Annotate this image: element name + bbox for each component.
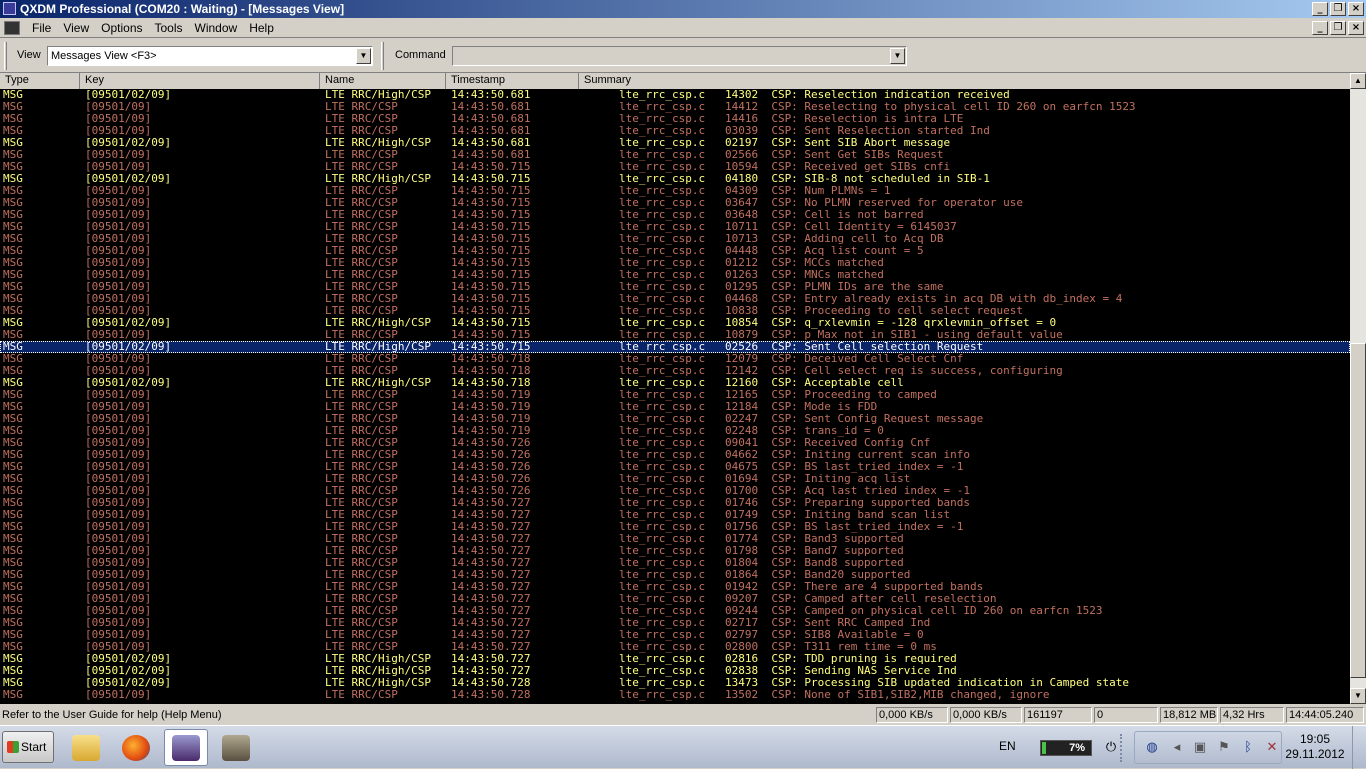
command-label: Command — [395, 49, 446, 61]
log-duration: 4,32 Hrs — [1220, 707, 1284, 723]
child-close-button[interactable]: × — [1348, 21, 1364, 35]
language-indicator[interactable]: EN — [999, 739, 1016, 753]
scroll-up-arrow-icon[interactable]: ▲ — [1350, 73, 1366, 89]
menu-window[interactable]: Window — [189, 21, 244, 35]
cell-summary: lte_rrc_csp.c 13502 CSP: None of SIB1,SI… — [619, 688, 1050, 701]
status-bar: Refer to the User Guide for help (Help M… — [0, 706, 1366, 724]
messages-list[interactable]: MSG [09501/02/09] LTE RRC/High/CSP 14:43:50… — [0, 89, 1350, 704]
menu-bar: File View Options Tools Window Help _ ❐ … — [0, 18, 1366, 38]
network-status-icon[interactable]: ✕ — [1264, 740, 1280, 756]
file-explorer-icon — [72, 734, 100, 761]
view-select[interactable]: Messages View <F3> ▼ — [47, 46, 373, 66]
qxdm-icon — [172, 734, 200, 761]
menu-tools[interactable]: Tools — [149, 21, 189, 35]
column-timestamp[interactable]: Timestamp — [446, 73, 579, 89]
start-button[interactable]: Start — [2, 731, 54, 763]
command-select[interactable]: ▼ — [452, 46, 907, 66]
show-desktop-button[interactable] — [1352, 726, 1366, 769]
view-dropdown-arrow-icon[interactable]: ▼ — [356, 48, 371, 64]
firefox-icon — [122, 734, 150, 761]
battery-percent: 7% — [1069, 742, 1085, 754]
command-dropdown-arrow-icon[interactable]: ▼ — [890, 48, 905, 64]
action-center-flag-icon[interactable]: ⚑ — [1216, 740, 1232, 756]
volume-icon[interactable]: ◂ — [1169, 740, 1185, 756]
network-globe-icon[interactable]: ◍ — [1144, 740, 1160, 756]
help-hint: Refer to the User Guide for help (Help M… — [2, 709, 222, 721]
system-clock[interactable]: 19:05 29.11.2012 — [1284, 732, 1346, 762]
window-title: QXDM Professional (COM20 : Waiting) - [M… — [20, 2, 345, 16]
taskbar-app-qxdm[interactable] — [164, 729, 208, 766]
menu-view[interactable]: View — [57, 21, 95, 35]
toolbar: View Messages View <F3> ▼ Command ▼ — [0, 39, 1366, 73]
gimp-icon — [222, 734, 250, 761]
power-plug-icon[interactable]: ⏻ — [1103, 740, 1119, 756]
taskbar-app-explorer[interactable] — [64, 729, 108, 766]
taskbar: Start EN 7% ⏻ ◍ ◂ ▣ ⚑ ᛒ ✕ 19:05 29.11.20… — [0, 725, 1366, 769]
taskbar-app-firefox[interactable] — [114, 729, 158, 766]
qxdm-app-icon — [3, 2, 16, 15]
child-minimize-button[interactable]: _ — [1312, 21, 1328, 35]
battery-fill — [1042, 742, 1046, 754]
tx-rate: 0,000 KB/s — [950, 707, 1022, 723]
tray-divider — [1120, 734, 1128, 762]
minimize-button[interactable]: _ — [1312, 2, 1328, 16]
device-icon[interactable]: ▣ — [1192, 740, 1208, 756]
windows-flag-icon — [7, 741, 19, 753]
item-count: 161197 — [1024, 707, 1092, 723]
column-header: Type Key Name Timestamp Summary — [0, 73, 1350, 89]
child-window-icon[interactable] — [4, 20, 20, 35]
scroll-thumb[interactable] — [1350, 343, 1366, 678]
column-type[interactable]: Type — [0, 73, 80, 89]
cell-timestamp: 14:43:50.728 — [451, 688, 531, 701]
window-title-bar[interactable]: QXDM Professional (COM20 : Waiting) - [M… — [0, 0, 1366, 18]
toolbar-grip[interactable] — [4, 42, 7, 70]
child-restore-button[interactable]: ❐ — [1330, 21, 1346, 35]
menu-options[interactable]: Options — [95, 21, 148, 35]
restore-button[interactable]: ❐ — [1330, 2, 1346, 16]
clock-date: 29.11.2012 — [1285, 747, 1345, 761]
battery-indicator[interactable]: 7% — [1040, 740, 1092, 756]
scroll-down-arrow-icon[interactable]: ▼ — [1350, 688, 1366, 704]
column-name[interactable]: Name — [320, 73, 446, 89]
memory-usage: 18,812 MB — [1160, 707, 1218, 723]
vertical-scrollbar[interactable]: ▲ ▼ — [1350, 73, 1366, 704]
menu-file[interactable]: File — [26, 21, 57, 35]
menu-help[interactable]: Help — [243, 21, 280, 35]
cell-type: MSG — [3, 688, 23, 701]
column-summary[interactable]: Summary — [579, 73, 1350, 89]
cell-key: [09501/09] — [85, 688, 152, 701]
toolbar-grip-2[interactable] — [381, 42, 384, 70]
cell-name: LTE RRC/CSP — [325, 688, 398, 701]
close-button[interactable]: × — [1348, 2, 1364, 16]
table-row[interactable]: MSG [09501/09] LTE RRC/CSP 14:43:50.728 lte_… — [0, 689, 1350, 701]
start-label: Start — [21, 740, 47, 754]
status-time: 14:44:05.240 — [1286, 707, 1364, 723]
error-count: 0 — [1094, 707, 1158, 723]
bluetooth-icon[interactable]: ᛒ — [1240, 740, 1256, 756]
view-label: View — [17, 49, 41, 61]
rx-rate: 0,000 KB/s — [876, 707, 948, 723]
view-select-value: Messages View <F3> — [51, 50, 157, 62]
clock-time: 19:05 — [1299, 732, 1331, 746]
taskbar-app-gimp[interactable] — [214, 729, 258, 766]
column-key[interactable]: Key — [80, 73, 320, 89]
